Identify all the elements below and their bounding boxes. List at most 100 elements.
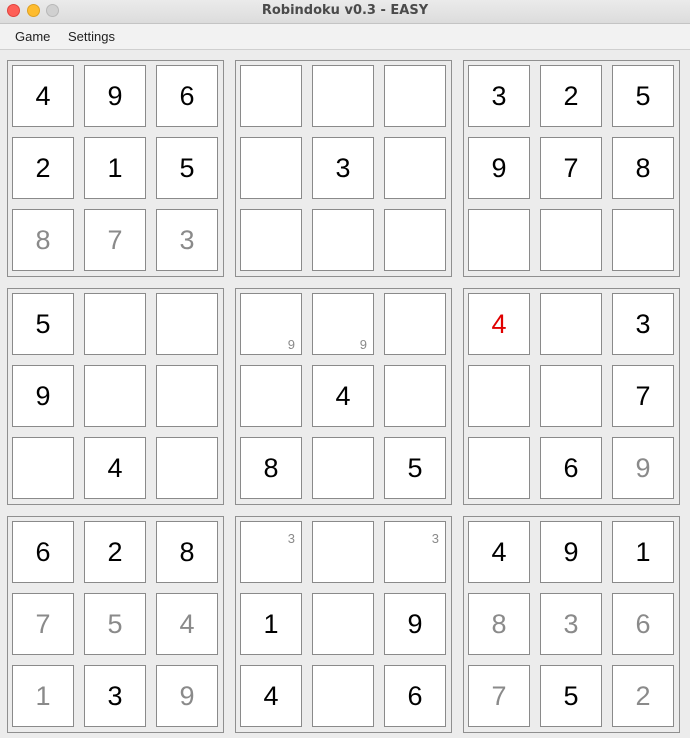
sudoku-cell[interactable] <box>312 665 374 727</box>
sudoku-cell[interactable]: 8 <box>156 521 218 583</box>
cell-value: 4 <box>107 453 123 483</box>
sudoku-cell[interactable]: 5 <box>384 437 446 499</box>
sudoku-cell[interactable] <box>312 521 374 583</box>
cell-value: 6 <box>179 81 195 111</box>
sudoku-cell[interactable]: 5 <box>540 665 602 727</box>
sudoku-cell[interactable]: 1 <box>12 665 74 727</box>
sudoku-cell[interactable]: 8 <box>12 209 74 271</box>
menu-settings[interactable]: Settings <box>68 29 115 44</box>
sudoku-cell[interactable] <box>540 293 602 355</box>
sudoku-cell[interactable] <box>384 137 446 199</box>
sudoku-cell[interactable] <box>384 365 446 427</box>
cell-value: 7 <box>107 225 123 255</box>
sudoku-cell[interactable]: 5 <box>84 593 146 655</box>
sudoku-cell[interactable] <box>468 209 530 271</box>
sudoku-cell[interactable] <box>540 365 602 427</box>
sudoku-cell[interactable] <box>12 437 74 499</box>
sudoku-cell[interactable] <box>156 293 218 355</box>
sudoku-cell[interactable] <box>84 365 146 427</box>
cell-value: 3 <box>563 609 579 639</box>
sudoku-cell[interactable] <box>384 209 446 271</box>
sudoku-cell[interactable]: 4 <box>468 521 530 583</box>
sudoku-cell[interactable] <box>312 209 374 271</box>
sudoku-cell[interactable]: 9 <box>12 365 74 427</box>
sudoku-cell[interactable]: 9 <box>312 293 374 355</box>
sudoku-cell[interactable] <box>240 365 302 427</box>
sudoku-cell[interactable]: 7 <box>612 365 674 427</box>
cell-value: 5 <box>35 309 51 339</box>
sudoku-cell[interactable]: 4 <box>156 593 218 655</box>
sudoku-cell[interactable] <box>384 293 446 355</box>
sudoku-cell[interactable] <box>540 209 602 271</box>
sudoku-cell[interactable]: 8 <box>468 593 530 655</box>
sudoku-box: 6 2 8 7 5 4 1 3 9 <box>7 516 224 733</box>
sudoku-cell[interactable] <box>240 137 302 199</box>
sudoku-cell[interactable] <box>384 65 446 127</box>
sudoku-cell[interactable]: 9 <box>384 593 446 655</box>
sudoku-box: 3 3 1 9 4 6 <box>235 516 452 733</box>
sudoku-cell[interactable]: 9 <box>240 293 302 355</box>
sudoku-cell[interactable]: 6 <box>12 521 74 583</box>
sudoku-cell[interactable]: 6 <box>540 437 602 499</box>
cell-value: 3 <box>335 153 351 183</box>
sudoku-cell[interactable]: 2 <box>540 65 602 127</box>
menu-game[interactable]: Game <box>15 29 50 44</box>
sudoku-cell[interactable]: 3 <box>312 137 374 199</box>
sudoku-cell[interactable]: 4 <box>312 365 374 427</box>
sudoku-cell[interactable] <box>312 437 374 499</box>
sudoku-cell[interactable]: 8 <box>240 437 302 499</box>
sudoku-cell[interactable] <box>312 65 374 127</box>
sudoku-cell[interactable] <box>468 365 530 427</box>
sudoku-cell[interactable]: 4 <box>84 437 146 499</box>
sudoku-cell[interactable]: 3 <box>384 521 446 583</box>
sudoku-cell[interactable]: 1 <box>240 593 302 655</box>
cell-value: 9 <box>107 81 123 111</box>
sudoku-cell[interactable]: 6 <box>612 593 674 655</box>
sudoku-cell[interactable]: 2 <box>12 137 74 199</box>
cell-value: 2 <box>35 153 51 183</box>
sudoku-cell[interactable]: 1 <box>84 137 146 199</box>
sudoku-cell[interactable]: 9 <box>612 437 674 499</box>
cell-value: 9 <box>35 381 51 411</box>
sudoku-cell[interactable]: 3 <box>540 593 602 655</box>
sudoku-cell[interactable]: 2 <box>84 521 146 583</box>
sudoku-cell[interactable]: 9 <box>84 65 146 127</box>
sudoku-cell[interactable] <box>84 293 146 355</box>
sudoku-cell[interactable]: 3 <box>468 65 530 127</box>
sudoku-cell[interactable] <box>240 209 302 271</box>
sudoku-cell[interactable]: 4 <box>468 293 530 355</box>
cell-value: 5 <box>179 153 195 183</box>
sudoku-cell[interactable]: 9 <box>156 665 218 727</box>
sudoku-cell[interactable]: 1 <box>612 521 674 583</box>
cell-value: 7 <box>35 609 51 639</box>
cell-value: 8 <box>179 537 195 567</box>
sudoku-cell[interactable] <box>312 593 374 655</box>
sudoku-cell[interactable]: 8 <box>612 137 674 199</box>
sudoku-cell[interactable]: 6 <box>156 65 218 127</box>
sudoku-cell[interactable]: 3 <box>240 521 302 583</box>
sudoku-cell[interactable]: 6 <box>384 665 446 727</box>
cell-value: 8 <box>263 453 279 483</box>
cell-value: 2 <box>635 681 651 711</box>
sudoku-cell[interactable]: 5 <box>612 65 674 127</box>
sudoku-cell[interactable]: 3 <box>612 293 674 355</box>
sudoku-cell[interactable]: 3 <box>84 665 146 727</box>
sudoku-cell[interactable]: 5 <box>12 293 74 355</box>
sudoku-cell[interactable]: 3 <box>156 209 218 271</box>
sudoku-cell[interactable] <box>240 65 302 127</box>
sudoku-cell[interactable]: 7 <box>468 665 530 727</box>
sudoku-cell[interactable]: 5 <box>156 137 218 199</box>
sudoku-cell[interactable]: 9 <box>468 137 530 199</box>
sudoku-cell[interactable]: 7 <box>84 209 146 271</box>
sudoku-cell[interactable] <box>156 437 218 499</box>
sudoku-cell[interactable]: 2 <box>612 665 674 727</box>
sudoku-cell[interactable]: 4 <box>12 65 74 127</box>
sudoku-cell[interactable] <box>468 437 530 499</box>
sudoku-cell[interactable]: 9 <box>540 521 602 583</box>
sudoku-cell[interactable] <box>156 365 218 427</box>
sudoku-cell[interactable] <box>612 209 674 271</box>
sudoku-cell[interactable]: 7 <box>12 593 74 655</box>
cell-value: 1 <box>635 537 651 567</box>
sudoku-cell[interactable]: 7 <box>540 137 602 199</box>
sudoku-cell[interactable]: 4 <box>240 665 302 727</box>
